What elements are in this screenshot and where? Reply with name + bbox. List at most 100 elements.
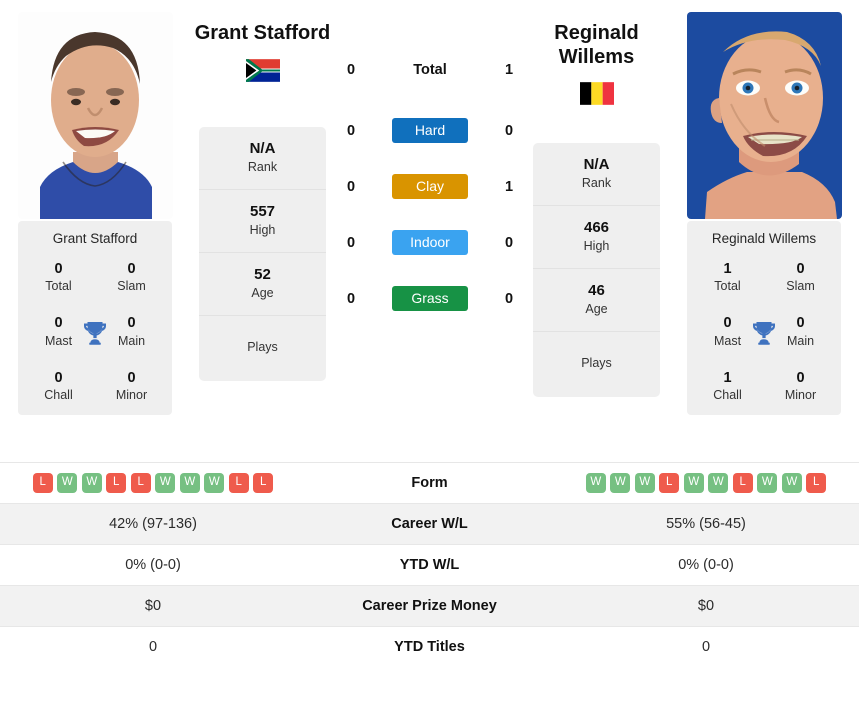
- right-form-badge-win[interactable]: W: [634, 473, 655, 493]
- left-career_wl-cell: 42% (97-136): [0, 503, 306, 545]
- left-form-badge-win[interactable]: W: [179, 473, 200, 493]
- h2h-indoor-right-score: 0: [504, 234, 514, 251]
- right-form-badge-win[interactable]: W: [585, 473, 606, 493]
- h2h-grass-label-cell: Grass: [372, 286, 488, 312]
- left-player-name[interactable]: Grant Stafford: [190, 22, 335, 45]
- left-form-badge-loss[interactable]: L: [228, 473, 249, 493]
- h2h-hard-right-score: 0: [504, 122, 514, 139]
- right-player-column: Reginald Willems 1 Total 0 Slam 0 Mast 0…: [669, 0, 859, 416]
- belgium-flag-icon: [524, 82, 669, 106]
- h2h-grass-right-score: 0: [504, 290, 514, 307]
- right-plays-row: Plays: [533, 332, 660, 397]
- h2h-row-clay: 0 Clay 1: [330, 174, 530, 200]
- left-form-badge-loss[interactable]: L: [106, 473, 127, 493]
- left-form-cell: LWWLLWWWLL: [0, 462, 306, 504]
- left-titles-total: 0 Total: [22, 260, 95, 294]
- surface-badge-grass[interactable]: Grass: [392, 286, 468, 312]
- h2h-total-label: Total: [413, 62, 447, 78]
- h2h-indoor-label-cell: Indoor: [372, 230, 488, 256]
- surface-badge-clay[interactable]: Clay: [392, 174, 468, 200]
- trophy-icon: [753, 321, 775, 345]
- h2h-row-total: 0 Total 1: [330, 62, 530, 78]
- left-age-label: Age: [251, 285, 274, 300]
- surface-badge-indoor[interactable]: Indoor: [392, 230, 468, 256]
- left-titles-total-value: 0: [54, 261, 63, 277]
- right-age-row: 46 Age: [533, 269, 660, 332]
- right-titles-total-label: Total: [714, 279, 741, 294]
- right-rank-value: N/A: [583, 156, 610, 173]
- right-career_wl-cell: 55% (56-45): [553, 503, 859, 545]
- right-form-strip: WWWLWWLWWL: [553, 473, 859, 493]
- left-form-badge-loss[interactable]: L: [130, 473, 151, 493]
- left-form-strip: LWWLLWWWLL: [0, 473, 306, 493]
- left-career_prize_money-cell: $0: [0, 585, 306, 627]
- player-comparison-page: Grant Stafford 0 Total 0 Slam 0 Mast 0 M…: [0, 0, 859, 705]
- left-player-column: Grant Stafford 0 Total 0 Slam 0 Mast 0 M…: [0, 0, 190, 416]
- left-titles-chall-label: Chall: [44, 387, 73, 402]
- left-titles-chall: 0 Chall: [22, 369, 95, 403]
- h2h-row-indoor: 0 Indoor 0: [330, 230, 530, 256]
- left-plays-row: Plays: [199, 316, 326, 381]
- left-titles-total-label: Total: [45, 279, 72, 294]
- comparison-table: L W W L L W W W L L Form W W W L W W L W W L 42% (97-136) Care…: [0, 462, 859, 668]
- table-row: L W W L L W W W L L Form W W W L W W L W W L: [0, 462, 859, 504]
- right-age-label: Age: [585, 301, 608, 316]
- left-player-photo-image: [17, 12, 173, 219]
- right-form-badge-win[interactable]: W: [708, 473, 729, 493]
- left-player-photo[interactable]: [17, 12, 173, 219]
- row-label-ytd_wl: YTD W/L: [306, 544, 553, 586]
- right-titles-slam-label: Slam: [786, 279, 815, 294]
- right-player-photo-image: [686, 12, 842, 219]
- left-rank-card: N/A Rank 557 High 52 Age Plays: [199, 127, 326, 381]
- right-player-card-name: Reginald Willems: [711, 231, 817, 246]
- right-age-value: 46: [588, 282, 605, 299]
- row-label-ytd_titles: YTD Titles: [306, 626, 553, 668]
- left-titles-minor: 0 Minor: [95, 369, 168, 403]
- right-rank-row: N/A Rank: [533, 143, 660, 206]
- right-form-badge-loss[interactable]: L: [659, 473, 680, 493]
- surface-badge-hard[interactable]: Hard: [392, 118, 468, 144]
- left-form-badge-loss[interactable]: L: [253, 473, 274, 493]
- left-titles-minor-value: 0: [127, 369, 136, 386]
- table-row: 0 YTD Titles 0: [0, 626, 859, 668]
- left-form-badge-win[interactable]: W: [204, 473, 225, 493]
- h2h-hard-left-score: 0: [346, 122, 356, 139]
- right-player-name[interactable]: Reginald Willems: [524, 22, 669, 69]
- right-player-name-card: Reginald Willems 1 Total 0 Slam 0 Mast 0…: [687, 221, 841, 416]
- right-titles-slam-value: 0: [796, 261, 805, 277]
- left-rank-value: N/A: [249, 140, 276, 157]
- left-form-badge-win[interactable]: W: [57, 473, 78, 493]
- left-form-badge-win[interactable]: W: [81, 473, 102, 493]
- right-form-badge-loss[interactable]: L: [806, 473, 827, 493]
- right-form-badge-win[interactable]: W: [610, 473, 631, 493]
- h2h-clay-left-score: 0: [346, 178, 356, 195]
- h2h-total-right-score: 1: [504, 62, 514, 78]
- right-player-photo[interactable]: [686, 12, 842, 219]
- right-titles-total-value: 1: [723, 261, 732, 277]
- right-titles-chall-label: Chall: [713, 387, 742, 402]
- left-form-badge-loss[interactable]: L: [32, 473, 53, 493]
- left-plays-label: Plays: [247, 340, 278, 354]
- row-label-career_wl: Career W/L: [306, 503, 553, 545]
- south-africa-flag-icon: [190, 59, 335, 82]
- h2h-hard-label-cell: Hard: [372, 118, 488, 144]
- right-form-cell: WWWLWWLWWL: [553, 462, 859, 504]
- left-age-value: 52: [254, 266, 271, 283]
- h2h-row-hard: 0 Hard 0: [330, 118, 530, 144]
- right-form-badge-win[interactable]: W: [757, 473, 778, 493]
- right-player-heading: Reginald Willems: [524, 22, 669, 106]
- right-form-badge-win[interactable]: W: [683, 473, 704, 493]
- table-row: 42% (97-136) Career W/L 55% (56-45): [0, 503, 859, 545]
- trophy-icon: [84, 321, 106, 345]
- right-ytd_titles-cell: 0: [553, 626, 859, 668]
- right-ytd_wl-cell: 0% (0-0): [553, 544, 859, 586]
- right-career_prize_money-cell: $0: [553, 585, 859, 627]
- right-form-badge-loss[interactable]: L: [732, 473, 753, 493]
- table-row: $0 Career Prize Money $0: [0, 585, 859, 627]
- left-titles-minor-label: Minor: [115, 387, 148, 402]
- left-form-badge-win[interactable]: W: [155, 473, 176, 493]
- right-titles-minor-label: Minor: [784, 387, 817, 402]
- right-high-row: 466 High: [533, 206, 660, 269]
- left-ytd_wl-cell: 0% (0-0): [0, 544, 306, 586]
- right-form-badge-win[interactable]: W: [781, 473, 802, 493]
